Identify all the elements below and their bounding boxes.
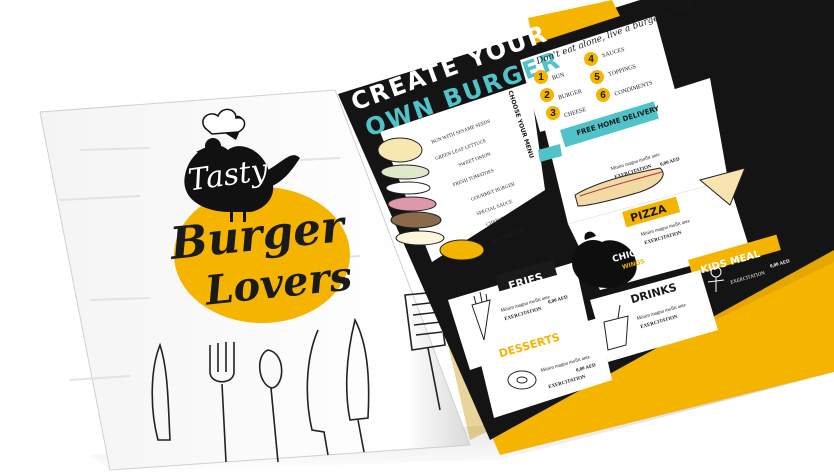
menu-tagline: Don't eat alone, live a burger addict (535, 1, 694, 67)
drinks-title: DRINKS (629, 280, 679, 307)
option-number-2: 2 (540, 88, 554, 102)
desserts-item-name: EXERCITATION (548, 374, 587, 391)
ingredient-8: BOTTOM BUN (492, 228, 525, 245)
ingredient-3: SWEET ONION (458, 152, 492, 169)
kids-item-name: EXERCITATION (730, 271, 766, 286)
fries-item-price: 0,00 AED (547, 295, 569, 306)
ingredient-6: SPECIAL SAUCE (476, 199, 514, 218)
option-number-5: 5 (590, 70, 604, 84)
option-number-3: 3 (546, 106, 560, 120)
option-number-1: 1 (534, 70, 548, 84)
cover-word-tasty: Tasty (185, 152, 271, 199)
pizza-title: PIZZA (628, 202, 668, 225)
desserts-item-price: 0,00 AED (575, 363, 597, 374)
delivery-label: FREE HOME DELIVERY (575, 104, 661, 138)
ingredient-4: FRESH TOMATOES (452, 168, 495, 189)
desserts-title: DESSERTS (497, 330, 562, 361)
option-number-4: 4 (584, 52, 598, 66)
ingredient-7: CHEESE (485, 216, 506, 229)
kids-title: KIDS MEAL (699, 248, 762, 277)
option-number-6: 6 (596, 88, 610, 102)
option-label-2: BURGER (557, 88, 583, 102)
menu-text-layer: Tasty Burger Lovers CREATE YOUR OWN BURG… (0, 0, 834, 472)
hotdog-item-price: 0,00 AED (659, 157, 681, 168)
fries-title: FRIES (506, 270, 545, 293)
option-label-3: CHEESE (563, 106, 588, 120)
choose-menu-label: CHOOSE YOUR MENU (506, 89, 535, 160)
option-label-6: CONDIMENTS (613, 80, 654, 98)
kids-item-price: 0,00 AED (769, 259, 791, 270)
option-label-4: SAUCES (601, 46, 626, 60)
option-label-5: TOPPINGS (607, 63, 637, 79)
